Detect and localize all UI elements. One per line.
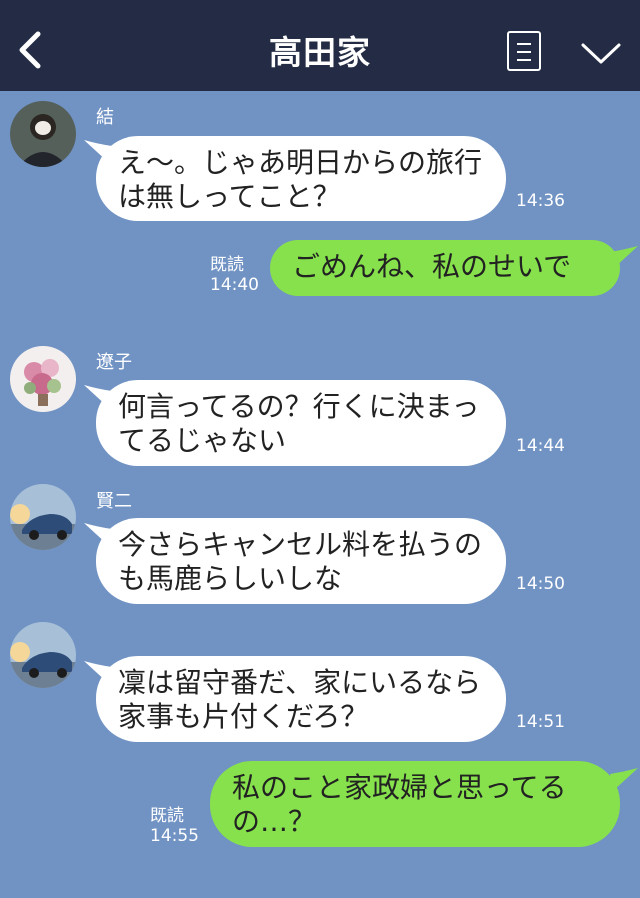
read-receipt: 既読 14:40	[210, 255, 264, 295]
menu-icon[interactable]	[507, 31, 541, 71]
read-label: 既読	[150, 806, 184, 826]
sender-name: 遼子	[96, 352, 132, 373]
message-bubble[interactable]: 私のこと家政婦と思ってるの…？	[210, 761, 620, 847]
avatar-yui[interactable]	[10, 101, 76, 167]
sender-name: 結	[96, 107, 114, 128]
chat-header: 高田家	[0, 0, 640, 91]
message-time: 14:55	[150, 826, 199, 846]
message-bubble[interactable]: 何言ってるの？行くに決まってるじゃない	[96, 380, 506, 466]
message-time: 14:36	[516, 191, 565, 211]
message-time: 14:50	[516, 574, 565, 594]
avatar-kenji[interactable]	[10, 622, 76, 688]
read-label: 既読	[210, 255, 244, 275]
chat-title: 高田家	[269, 33, 371, 72]
avatar-ryoko[interactable]	[10, 346, 76, 412]
read-receipt: 既読 14:55	[150, 806, 204, 846]
chevron-down-icon[interactable]	[580, 40, 622, 66]
message-time: 14:40	[210, 275, 259, 295]
message-bubble[interactable]: え〜。じゃあ明日からの旅行は無しってこと？	[96, 136, 506, 221]
avatar-kenji[interactable]	[10, 484, 76, 550]
message-time: 14:44	[516, 436, 565, 456]
sender-name: 賢二	[96, 491, 132, 512]
message-time: 14:51	[516, 712, 565, 732]
message-bubble[interactable]: 今さらキャンセル料を払うのも馬鹿らしいしな	[96, 518, 506, 604]
message-bubble[interactable]: ごめんね、私のせいで	[270, 240, 620, 296]
message-bubble[interactable]: 凜は留守番だ、家にいるなら家事も片付くだろ？	[96, 656, 506, 742]
